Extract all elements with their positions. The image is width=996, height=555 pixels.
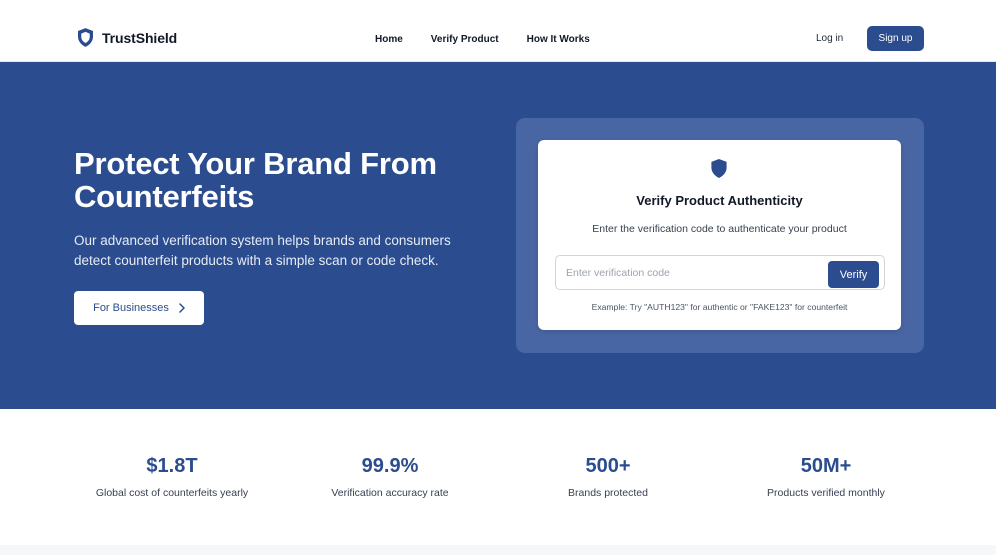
nav-how-it-works[interactable]: How It Works (527, 34, 590, 45)
stat-value: 50M+ (800, 455, 852, 477)
stat-item: $1.8T Global cost of counterfeits yearly (62, 454, 282, 499)
verify-card-subtitle: Enter the verification code to authentic… (592, 223, 847, 235)
stat-value: 99.9% (361, 455, 419, 477)
stat-item: 50M+ Products verified monthly (716, 454, 936, 499)
login-link[interactable]: Log in (816, 33, 843, 44)
stat-label: Brands protected (568, 487, 648, 499)
stat-item: 99.9% Verification accuracy rate (280, 454, 500, 499)
shield-icon (78, 28, 93, 47)
top-navbar: TrustShield Home Verify Product How It W… (0, 0, 996, 62)
verify-button[interactable]: Verify (828, 261, 879, 288)
verify-example-hint: Example: Try "AUTH123" for authentic or … (591, 302, 848, 312)
nav-home[interactable]: Home (375, 34, 403, 45)
main-nav: Home Verify Product How It Works (375, 34, 590, 45)
hero-description: Our advanced verification system helps b… (74, 233, 451, 268)
for-businesses-label: For Businesses (93, 302, 169, 314)
brand-logo[interactable]: TrustShield (78, 28, 177, 47)
verification-form: Verify (555, 255, 885, 290)
hero-title: Protect Your Brand From Counterfeits (74, 146, 437, 214)
signup-button[interactable]: Sign up (867, 26, 924, 51)
brand-name: TrustShield (102, 29, 178, 46)
stat-value: 500+ (585, 455, 631, 477)
stat-value: $1.8T (146, 455, 198, 477)
stat-item: 500+ Brands protected (498, 454, 718, 499)
for-businesses-button[interactable]: For Businesses (74, 291, 204, 325)
chevron-right-icon (179, 303, 185, 313)
stat-label: Verification accuracy rate (331, 487, 449, 499)
verify-card: Verify Product Authenticity Enter the ve… (538, 140, 901, 330)
section-divider (0, 545, 996, 555)
stat-label: Products verified monthly (767, 487, 885, 499)
verification-code-input[interactable] (566, 256, 821, 289)
shield-icon (711, 159, 727, 178)
verify-card-title: Verify Product Authenticity (636, 193, 803, 208)
nav-verify-product[interactable]: Verify Product (431, 34, 499, 45)
stat-label: Global cost of counterfeits yearly (95, 487, 249, 499)
stats-section: $1.8T Global cost of counterfeits yearly… (0, 409, 996, 545)
